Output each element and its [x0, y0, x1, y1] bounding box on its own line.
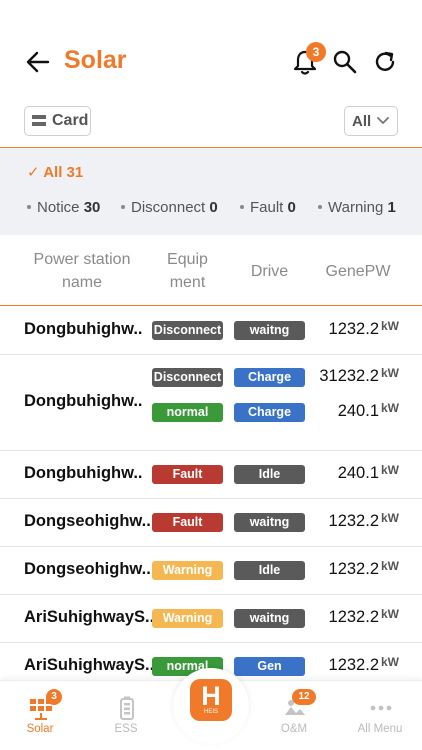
nav-all-menu[interactable]: All Menu: [340, 681, 420, 750]
view-mode-button[interactable]: Card: [24, 106, 91, 136]
nav-ess[interactable]: ESS: [86, 681, 166, 750]
chevron-down-icon: [377, 117, 390, 124]
all-filter-count: 31: [66, 164, 84, 181]
generation-power-value: 1232.2: [328, 320, 379, 338]
stat-count: 0: [209, 199, 218, 216]
warning-filter[interactable]: Warning 1: [318, 199, 396, 216]
filter-dropdown-label: All: [352, 112, 372, 130]
generation-power-value: 1232.2: [328, 656, 379, 674]
refresh-icon[interactable]: [371, 48, 399, 76]
equipment-status-badge: Fault: [152, 513, 223, 532]
generation-power-value: 1232.2: [328, 608, 379, 626]
nav-solar-badge: 3: [46, 689, 62, 705]
nav-om-badge: 12: [292, 689, 316, 705]
all-filter-label: All: [43, 164, 63, 181]
station-name: AriSuhighwayS..: [24, 656, 155, 674]
stat-label: Warning: [328, 199, 384, 216]
station-name: Dongbuhighw..: [24, 464, 143, 482]
equipment-status-badge: normal: [152, 403, 223, 422]
drive-status-badge: waitng: [234, 321, 305, 340]
power-unit: kW: [381, 366, 399, 380]
power-unit: kW: [381, 655, 399, 669]
table-row[interactable]: Dongbuhighw.. Disconnect Charge 31232.2 kW no…: [0, 355, 422, 451]
nav-om[interactable]: 12 O&M: [254, 681, 334, 750]
table-row[interactable]: AriSuhighwayS.. Warning waitng 1232.2 kW: [0, 595, 422, 643]
equipment-status-badge: Disconnect: [152, 368, 223, 387]
drive-status-badge: Gen: [234, 657, 305, 676]
station-name: Dongbuhighw..: [24, 392, 143, 410]
stat-count: 30: [83, 199, 101, 216]
table-row[interactable]: Dongbuhighw.. Fault Idle 240.1 kW: [0, 451, 422, 499]
card-view-icon: [32, 115, 46, 126]
equipment-status-badge: Warning: [152, 561, 223, 580]
solar-screen: Solar 3 Card All ✓ All 31 Notice 30 Disc…: [0, 0, 422, 750]
home-logo-text: HEIS: [203, 709, 218, 715]
table-row[interactable]: Dongseohighw.. Warning Idle 1232.2 kW: [0, 547, 422, 595]
drive-status-badge: Idle: [234, 561, 305, 580]
column-drive: Drive: [250, 263, 289, 280]
station-name: Dongseohighw..: [24, 560, 151, 578]
nav-ess-label: ESS: [114, 723, 138, 735]
station-name: AriSuhighwayS..: [24, 608, 155, 626]
disconnect-filter[interactable]: Disconnect 0: [121, 199, 218, 216]
drive-status-badge: Idle: [234, 465, 305, 484]
drive-status-badge: Charge: [234, 368, 305, 387]
stat-count: 1: [387, 199, 396, 216]
table-header: Power station name Equip ment Drive Gene…: [0, 236, 422, 306]
bullet-icon: [318, 204, 322, 209]
column-genepw: GenePW: [325, 263, 391, 280]
drive-status-badge: Charge: [234, 403, 305, 422]
table-row[interactable]: Dongseohighw.. Fault waitng 1232.2 kW: [0, 499, 422, 547]
stat-label: Notice: [37, 199, 80, 216]
generation-power-value: 1232.2: [328, 560, 379, 578]
power-unit: kW: [381, 559, 399, 573]
bullet-icon: [27, 204, 31, 209]
nav-solar[interactable]: 3 Solar: [0, 681, 80, 750]
drive-status-badge: waitng: [234, 609, 305, 628]
generation-power-value: 240.1: [337, 402, 379, 420]
power-unit: kW: [381, 401, 399, 415]
generation-power-value: 240.1: [337, 464, 379, 482]
status-summary: ✓ All 31 Notice 30 Disconnect 0 Fault 0 …: [0, 147, 422, 235]
search-icon[interactable]: [331, 48, 359, 76]
home-logo-letter: H: [201, 681, 221, 711]
home-button[interactable]: H HEIS: [190, 679, 232, 721]
equipment-status-badge: Warning: [152, 609, 223, 628]
power-unit: kW: [381, 511, 399, 525]
check-icon: ✓: [27, 164, 40, 181]
stat-label: Disconnect: [131, 199, 206, 216]
stat-label: Fault: [250, 199, 284, 216]
table-row[interactable]: Dongbuhighw.. Disconnect waitng 1232.2 kW: [0, 307, 422, 355]
more-dots-icon: [370, 705, 392, 711]
generation-power-value: 31232.2: [319, 367, 379, 385]
bullet-icon: [121, 204, 125, 209]
bullet-icon: [240, 204, 244, 209]
nav-om-label: O&M: [280, 723, 308, 735]
notification-badge: 3: [306, 42, 326, 62]
power-unit: kW: [381, 463, 399, 477]
generation-power-value: 1232.2: [328, 512, 379, 530]
nav-solar-label: Solar: [26, 723, 54, 735]
power-unit: kW: [381, 319, 399, 333]
column-station-name: Power station name: [33, 251, 131, 291]
power-unit: kW: [381, 607, 399, 621]
nav-all-menu-label: All Menu: [357, 723, 403, 735]
drive-status-badge: waitng: [234, 513, 305, 532]
page-title: Solar: [64, 46, 127, 74]
equipment-status-badge: Fault: [152, 465, 223, 484]
station-name: Dongseohighw..: [24, 512, 151, 530]
column-equipment: Equip ment: [167, 251, 208, 291]
equipment-status-badge: Disconnect: [152, 321, 223, 340]
station-name: Dongbuhighw..: [24, 320, 143, 338]
filter-dropdown[interactable]: All: [344, 106, 398, 136]
view-mode-label: Card: [52, 112, 89, 129]
fault-filter[interactable]: Fault 0: [240, 199, 296, 216]
back-arrow-icon[interactable]: [24, 48, 52, 76]
stat-count: 0: [287, 199, 296, 216]
all-filter[interactable]: ✓ All 31: [27, 163, 83, 181]
app-header: Solar 3: [0, 38, 422, 86]
battery-icon: [120, 696, 134, 720]
notice-filter[interactable]: Notice 30: [27, 199, 100, 216]
